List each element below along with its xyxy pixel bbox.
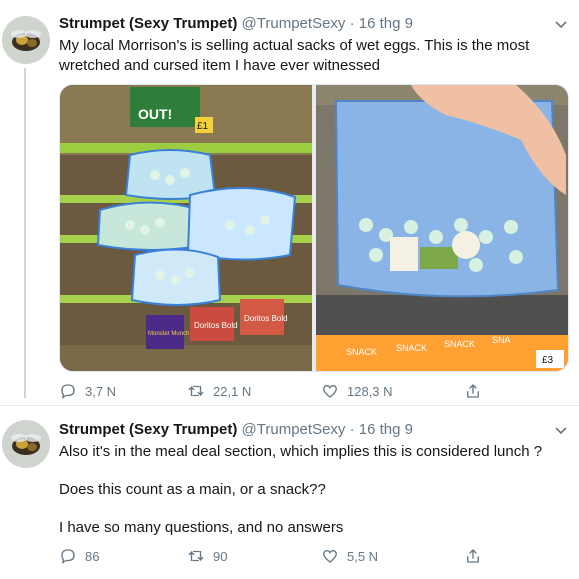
tweet-actions: 86 90 5,5 N: [59, 544, 519, 568]
shelf-label: SNACK: [346, 347, 377, 357]
retweet-icon: [188, 385, 204, 397]
tweet-text: My local Morrison's is selling actual sa…: [59, 36, 567, 76]
retweet-button[interactable]: 90: [187, 544, 227, 568]
reply-count: 3,7 N: [85, 383, 117, 399]
separator-dot: ·: [349, 15, 355, 32]
tweet-paragraph: I have so many questions, and no answers: [59, 519, 344, 536]
shelf-label: SNACK: [444, 339, 475, 349]
retweet-count: 90: [213, 548, 228, 564]
tweet-header: Strumpet (Sexy Trumpet) @TrumpetSexy · 1…: [59, 14, 549, 34]
tweet-actions: 3,7 N 22,1 N 128,3 N: [59, 379, 519, 403]
tweet-2[interactable]: Strumpet (Sexy Trumpet) @TrumpetSexy · 1…: [0, 406, 579, 579]
reply-button[interactable]: 3,7 N: [59, 379, 116, 403]
like-icon: [323, 384, 337, 398]
like-count: 128,3 N: [347, 383, 393, 399]
shelf-sign-text: OUT!: [138, 106, 172, 122]
snack-label: Monster Munch: [148, 331, 189, 337]
retweet-count: 22,1 N: [213, 383, 252, 399]
snack-label: Doritos Bold: [244, 314, 288, 323]
reply-icon: [61, 384, 75, 399]
price-label: £3: [542, 355, 554, 366]
share-button[interactable]: [464, 544, 482, 568]
avatar[interactable]: [2, 420, 50, 468]
like-count: 5,5 N: [347, 548, 379, 564]
reply-icon: [61, 549, 75, 564]
tweet-date[interactable]: 16 thg 9: [359, 421, 413, 438]
snack-label: Doritos Bold: [194, 321, 238, 330]
like-button[interactable]: 128,3 N: [321, 379, 393, 403]
thread-line: [24, 68, 26, 398]
chevron-down-icon[interactable]: [553, 422, 569, 438]
separator-dot: ·: [349, 421, 355, 438]
share-button[interactable]: [464, 379, 482, 403]
photo-shelf[interactable]: OUT! £1 Doritos Bold Doritos Bold Monste…: [60, 85, 312, 371]
tweet-date[interactable]: 16 thg 9: [359, 15, 413, 32]
shelf-label: SNACK: [396, 343, 427, 353]
reply-count: 86: [85, 548, 100, 564]
tweet-header: Strumpet (Sexy Trumpet) @TrumpetSexy · 1…: [59, 420, 549, 440]
retweet-button[interactable]: 22,1 N: [187, 379, 251, 403]
price-tag: £1: [197, 121, 209, 132]
retweet-icon: [188, 550, 204, 562]
tweet-text-line: wretched and cursed item I have ever wit…: [59, 57, 380, 74]
user-handle[interactable]: @TrumpetSexy: [242, 421, 346, 438]
display-name[interactable]: Strumpet (Sexy Trumpet): [59, 15, 237, 32]
photo-bag[interactable]: SNACK SNACK SNACK SNA £3: [316, 85, 568, 371]
tweet-paragraph: Does this count as a main, or a snack??: [59, 481, 326, 498]
tweet-1[interactable]: Strumpet (Sexy Trumpet) @TrumpetSexy · 1…: [0, 0, 579, 405]
tweet-text-line: My local Morrison's is selling actual sa…: [59, 37, 530, 54]
reply-button[interactable]: 86: [59, 544, 99, 568]
shelf-label: SNA: [492, 335, 511, 345]
chevron-down-icon[interactable]: [553, 16, 569, 32]
like-icon: [323, 549, 337, 563]
tweet-media: OUT! £1 Doritos Bold Doritos Bold Monste…: [59, 84, 569, 372]
tweet-text: Also it's in the meal deal section, whic…: [59, 442, 567, 538]
display-name[interactable]: Strumpet (Sexy Trumpet): [59, 421, 237, 438]
like-button[interactable]: 5,5 N: [321, 544, 378, 568]
share-icon: [467, 549, 479, 563]
tweet-paragraph: Also it's in the meal deal section, whic…: [59, 443, 543, 460]
avatar[interactable]: [2, 16, 50, 64]
share-icon: [467, 384, 479, 398]
user-handle[interactable]: @TrumpetSexy: [242, 15, 346, 32]
